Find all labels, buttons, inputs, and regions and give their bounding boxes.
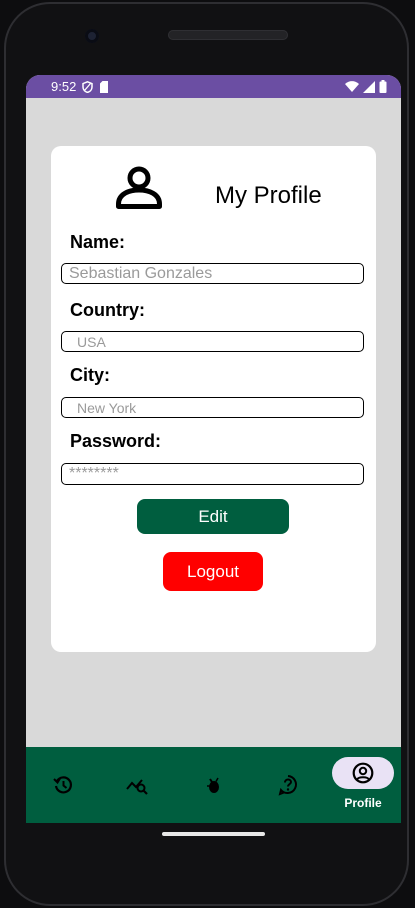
earpiece-speaker — [168, 30, 288, 40]
nav-item-analytics[interactable] — [108, 747, 168, 823]
nav-item-detect[interactable] — [183, 747, 243, 823]
password-label: Password: — [70, 431, 162, 451]
country-label: Country: — [70, 300, 145, 320]
city-input[interactable] — [61, 397, 364, 418]
nav-item-profile[interactable] — [332, 757, 394, 789]
vpn-shield-icon — [82, 80, 94, 93]
edit-button[interactable]: Edit — [137, 499, 289, 534]
name-label: Name: — [70, 232, 126, 252]
account-circle-icon — [352, 762, 374, 784]
status-time: 9:52 — [51, 79, 77, 94]
battery-icon — [379, 80, 387, 93]
name-input[interactable] — [61, 263, 364, 284]
profile-card: My Profile Name: Country: City: Password… — [51, 146, 376, 652]
person-icon — [116, 166, 162, 209]
bottom-navigation: Profile — [26, 747, 401, 823]
front-camera — [85, 29, 99, 43]
country-input[interactable] — [61, 331, 364, 352]
city-label: City: — [70, 365, 110, 385]
sd-card-icon — [100, 80, 109, 93]
phone-frame: 9:52 My Profile Name: Sebastian Gonzales… — [0, 0, 415, 908]
wifi-icon — [345, 81, 359, 92]
status-bar: 9:52 — [26, 75, 401, 98]
nav-item-help[interactable] — [258, 747, 318, 823]
signal-icon — [363, 80, 375, 93]
history-icon — [53, 776, 73, 794]
nav-item-history[interactable] — [33, 747, 93, 823]
logout-button[interactable]: Logout — [163, 552, 263, 591]
home-gesture-bar[interactable] — [162, 832, 265, 836]
page-title: My Profile — [215, 182, 322, 209]
help-icon — [278, 775, 297, 796]
password-input[interactable] — [61, 463, 364, 485]
trend-search-icon — [126, 779, 148, 795]
app-screen: 9:52 My Profile Name: Sebastian Gonzales… — [26, 75, 401, 823]
nav-label-profile[interactable]: Profile — [332, 796, 394, 810]
bug-icon — [207, 777, 219, 793]
